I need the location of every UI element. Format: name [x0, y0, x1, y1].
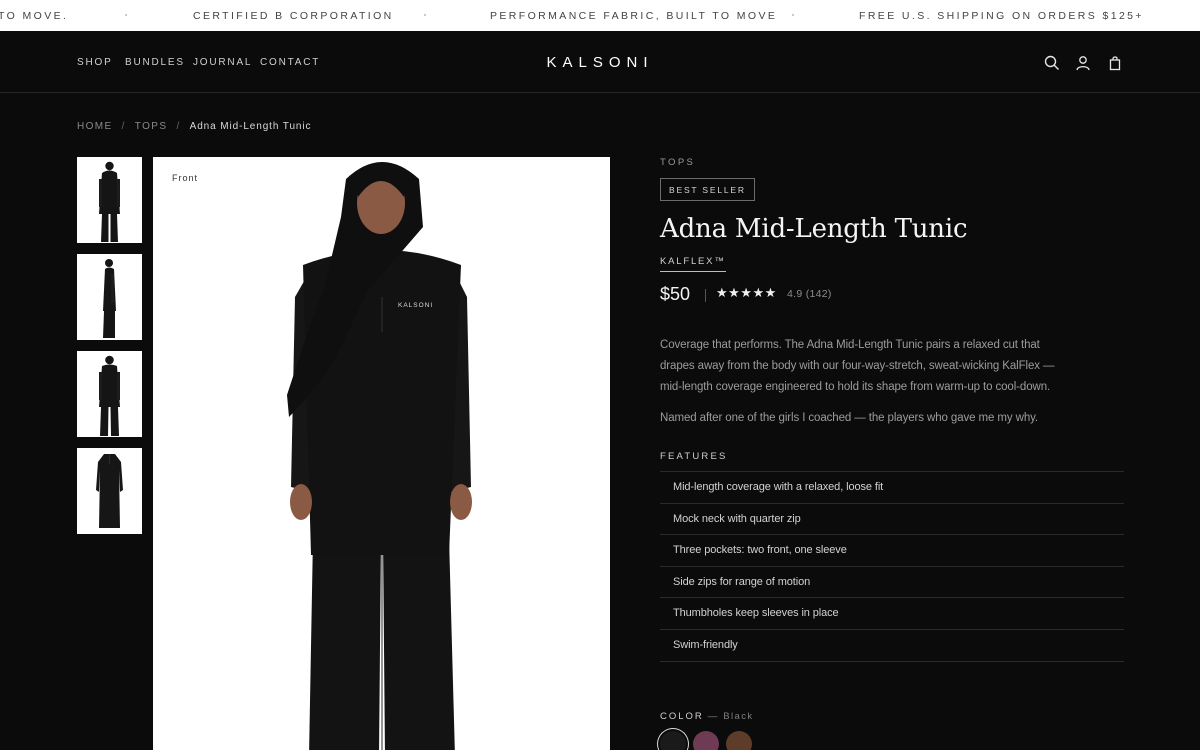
breadcrumb-separator: / [121, 121, 126, 132]
swatch-brown[interactable] [726, 731, 752, 750]
product-title: Adna Mid-Length Tunic [660, 214, 968, 244]
product-info: TOPS BEST SELLER Adna Mid-Length Tunic K… [660, 157, 1124, 662]
announcement-item: PERFORMANCE FABRIC, BUILT TO MOVE [490, 10, 778, 22]
rating-count[interactable]: 4.9 (142) [787, 288, 832, 300]
separator-dot [424, 14, 426, 16]
feature-item: Three pockets: two front, one sleeve [660, 535, 1124, 567]
breadcrumb-separator: / [176, 121, 181, 132]
best-seller-badge: BEST SELLER [660, 178, 755, 201]
feature-item: Side zips for range of motion [660, 567, 1124, 599]
product-category[interactable]: TOPS [660, 157, 1124, 168]
nav-journal[interactable]: JOURNAL [193, 57, 252, 68]
feature-item: Thumbholes keep sleeves in place [660, 598, 1124, 630]
image-view-label: Front [172, 173, 199, 183]
breadcrumb-home[interactable]: HOME [77, 121, 113, 132]
separator-dot [792, 14, 794, 16]
selected-color: Black [723, 711, 754, 722]
announcement-bar: TO MOVE. CERTIFIED B CORPORATION PERFORM… [0, 0, 1200, 31]
search-icon[interactable] [1043, 54, 1061, 72]
model-illustration: KALSONI [153, 157, 610, 750]
feature-item: Mock neck with quarter zip [660, 504, 1124, 536]
thumbnail-side[interactable] [77, 254, 142, 340]
features-list: Mid-length coverage with a relaxed, loos… [660, 471, 1124, 662]
site-header: SHOP BUNDLES JOURNAL CONTACT KALSONI [0, 31, 1200, 93]
fabric-link[interactable]: KALFLEX™ [660, 256, 726, 272]
price-row: $50 ★★★★★ 4.9 (142) [660, 284, 1124, 306]
features-heading: FEATURES [660, 451, 728, 462]
feature-item: Swim-friendly [660, 630, 1124, 662]
thumbnail-back[interactable] [77, 351, 142, 437]
breadcrumb: HOME / TOPS / Adna Mid-Length Tunic [77, 121, 311, 132]
announcement-item: FREE U.S. SHIPPING ON ORDERS $125+ [859, 10, 1144, 22]
product-note: Named after one of the girls I coached —… [660, 412, 1039, 424]
product-description: Coverage that performs. The Adna Mid-Len… [660, 339, 1055, 393]
product-price: $50 [660, 284, 691, 304]
cart-icon[interactable] [1106, 54, 1124, 72]
color-label-row: COLOR — Black [660, 711, 754, 722]
price-divider [705, 289, 706, 302]
garment-logo: KALSONI [398, 302, 433, 309]
nav-contact[interactable]: CONTACT [260, 57, 320, 68]
color-label: COLOR [660, 711, 704, 722]
swatch-plum[interactable] [693, 731, 719, 750]
breadcrumb-current: Adna Mid-Length Tunic [189, 121, 312, 132]
separator-dot [125, 14, 127, 16]
star-rating-icon[interactable]: ★★★★★ [716, 285, 777, 301]
thumbnail-flat[interactable] [77, 448, 142, 534]
announcement-item: TO MOVE. [0, 10, 69, 22]
nav-shop[interactable]: SHOP [77, 57, 113, 68]
color-dash: — [707, 711, 720, 722]
feature-item: Mid-length coverage with a relaxed, loos… [660, 472, 1124, 504]
breadcrumb-tops[interactable]: TOPS [135, 121, 168, 132]
thumbnail-front[interactable] [77, 157, 142, 243]
main-product-image[interactable]: KALSONI Front [153, 157, 610, 750]
nav-bundles[interactable]: BUNDLES [125, 57, 185, 68]
announcement-item: CERTIFIED B CORPORATION [193, 10, 394, 22]
swatch-black[interactable] [660, 731, 686, 750]
account-icon[interactable] [1074, 54, 1092, 72]
